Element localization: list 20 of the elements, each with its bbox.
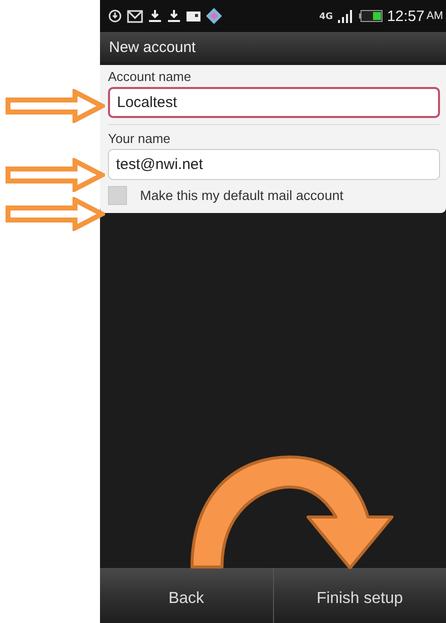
- picture-message-icon: [186, 10, 201, 22]
- text-field[interactable]: test@nwi.net: [108, 149, 440, 180]
- field-label: Your name: [108, 131, 172, 146]
- clock-time: 12:57: [386, 8, 424, 24]
- download-icon: [148, 9, 162, 23]
- bottom-bar-button[interactable]: Back: [100, 568, 272, 623]
- curved-arrow-icon: [190, 455, 396, 569]
- clock-period: AM: [426, 10, 443, 22]
- field-label: Account name: [108, 69, 192, 84]
- checkbox-label: Make this my default mail account: [140, 188, 344, 203]
- battery-icon: [358, 10, 383, 22]
- mail-icon: [127, 10, 143, 22]
- download-circle-icon: [108, 9, 122, 23]
- download-icon: [167, 9, 181, 23]
- screen-title: New account: [109, 38, 196, 56]
- diamond-app-icon: [206, 8, 222, 24]
- signal-icon: [336, 9, 355, 23]
- network-type: 4G: [319, 12, 333, 22]
- checkbox[interactable]: [108, 186, 127, 205]
- text-field[interactable]: Localtest: [108, 87, 440, 118]
